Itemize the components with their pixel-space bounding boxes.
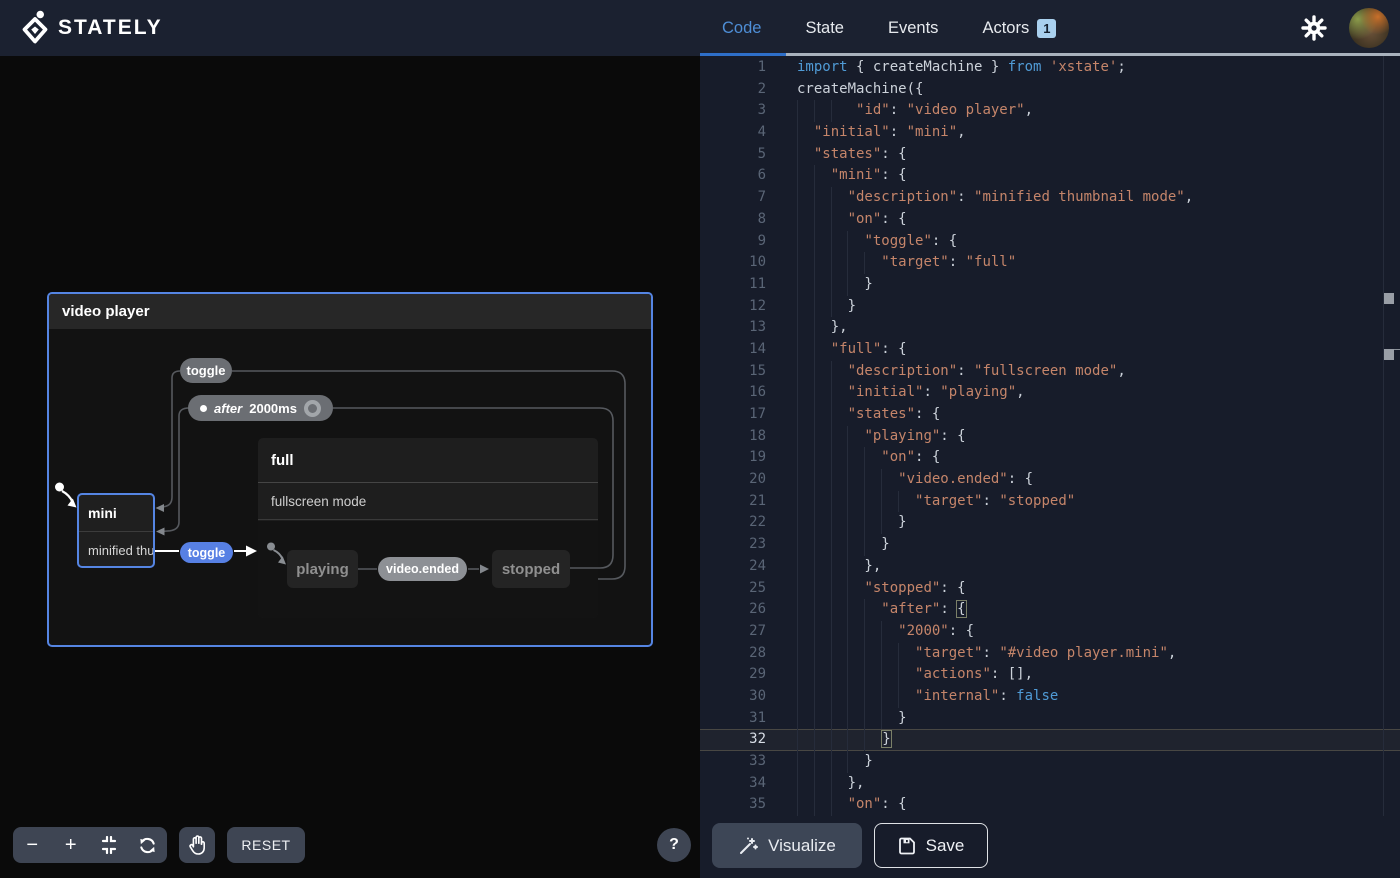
after-dot-icon: [200, 405, 207, 412]
actors-count-badge: 1: [1037, 19, 1056, 38]
code-line[interactable]: 14 "full": {: [700, 339, 1400, 361]
question-mark-icon: ?: [669, 836, 679, 854]
code-line[interactable]: 11 }: [700, 274, 1400, 296]
save-button[interactable]: Save: [874, 823, 988, 868]
event-video-ended[interactable]: video.ended: [378, 557, 467, 581]
tab-actors[interactable]: Actors 1: [960, 0, 1078, 56]
code-line[interactable]: 30 "internal": false: [700, 686, 1400, 708]
code-line[interactable]: 32 }: [700, 729, 1400, 751]
state-stopped[interactable]: stopped: [492, 550, 570, 588]
sync-icon: [138, 836, 157, 855]
code-line[interactable]: 21 "target": "stopped": [700, 491, 1400, 513]
fit-to-view-button[interactable]: [90, 827, 129, 863]
code-line[interactable]: 29 "actions": [],: [700, 664, 1400, 686]
magic-wand-icon: [738, 836, 758, 856]
code-line[interactable]: 20 "video.ended": {: [700, 469, 1400, 491]
brand-name: STATELY: [58, 16, 163, 40]
top-bar: STATELY Code State Events Actors 1: [0, 0, 1400, 56]
state-mini[interactable]: mini minified thumbnail mode: [77, 493, 155, 568]
reset-orientation-button[interactable]: [129, 827, 168, 863]
code-line[interactable]: 27 "2000": {: [700, 621, 1400, 643]
code-line[interactable]: 31 }: [700, 708, 1400, 730]
code-line[interactable]: 19 "on": {: [700, 447, 1400, 469]
fit-to-view-icon: [100, 836, 118, 854]
tab-bar: Code State Events Actors 1: [700, 0, 1078, 56]
code-line[interactable]: 28 "target": "#video player.mini",: [700, 643, 1400, 665]
settings-button[interactable]: [1300, 14, 1328, 42]
pan-tool-button[interactable]: [179, 827, 215, 863]
zoom-in-button[interactable]: +: [52, 827, 91, 863]
code-line[interactable]: 8 "on": {: [700, 209, 1400, 231]
overview-ruler-marker[interactable]: [1384, 293, 1394, 304]
code-line[interactable]: 10 "target": "full": [700, 252, 1400, 274]
code-lines[interactable]: 1import { createMachine } from 'xstate';…: [700, 57, 1400, 816]
code-line[interactable]: 6 "mini": {: [700, 165, 1400, 187]
code-line[interactable]: 2createMachine({: [700, 79, 1400, 101]
tab-code[interactable]: Code: [700, 0, 783, 56]
code-line[interactable]: 17 "states": {: [700, 404, 1400, 426]
visualize-button[interactable]: Visualize: [712, 823, 862, 868]
state-full[interactable]: full fullscreen mode: [258, 438, 598, 618]
after-ring-icon: [304, 400, 321, 417]
code-line[interactable]: 4 "initial": "mini",: [700, 122, 1400, 144]
state-full-title: full: [258, 438, 598, 483]
stately-editor-app: STATELY Code State Events Actors 1: [0, 0, 1400, 878]
code-line[interactable]: 13 },: [700, 317, 1400, 339]
code-line[interactable]: 33 }: [700, 751, 1400, 773]
gear-icon: [1300, 14, 1328, 42]
code-line[interactable]: 35 "on": {: [700, 794, 1400, 816]
code-line[interactable]: 24 },: [700, 556, 1400, 578]
reset-button[interactable]: RESET: [227, 827, 305, 863]
code-line[interactable]: 1import { createMachine } from 'xstate';: [700, 57, 1400, 79]
code-line[interactable]: 7 "description": "minified thumbnail mod…: [700, 187, 1400, 209]
code-line[interactable]: 23 }: [700, 534, 1400, 556]
state-mini-title: mini: [79, 495, 153, 532]
brand[interactable]: STATELY: [20, 9, 163, 47]
overview-ruler-wire: [1394, 349, 1400, 350]
state-mini-description: minified thumbnail mode: [79, 532, 153, 568]
code-line[interactable]: 34 },: [700, 773, 1400, 795]
stately-logo-icon: [20, 9, 50, 47]
code-editor-panel[interactable]: 1import { createMachine } from 'xstate';…: [700, 56, 1400, 878]
save-icon: [898, 837, 916, 855]
code-line[interactable]: 22 }: [700, 512, 1400, 534]
event-after-2000ms[interactable]: after 2000ms: [188, 395, 333, 421]
active-tab-indicator: [700, 53, 786, 56]
tab-events[interactable]: Events: [866, 0, 960, 56]
zoom-toolbar: − +: [13, 827, 167, 863]
overview-ruler-border: [1383, 56, 1384, 816]
help-button[interactable]: ?: [657, 828, 691, 862]
code-line[interactable]: 15 "description": "fullscreen mode",: [700, 361, 1400, 383]
tab-state[interactable]: State: [783, 0, 866, 56]
event-toggle-selected[interactable]: toggle: [180, 542, 233, 563]
machine-title: video player: [49, 294, 651, 329]
code-line[interactable]: 18 "playing": {: [700, 426, 1400, 448]
code-line[interactable]: 12 }: [700, 296, 1400, 318]
code-line[interactable]: 25 "stopped": {: [700, 578, 1400, 600]
user-avatar[interactable]: [1349, 8, 1389, 48]
diagram-canvas[interactable]: video player full fullscreen mode: [0, 56, 700, 878]
overview-ruler-marker[interactable]: [1384, 349, 1394, 360]
tab-underline-track: [786, 53, 1400, 56]
state-full-description: fullscreen mode: [258, 483, 598, 520]
state-playing[interactable]: playing: [287, 550, 358, 588]
code-line[interactable]: 26 "after": {: [700, 599, 1400, 621]
code-line[interactable]: 9 "toggle": {: [700, 231, 1400, 253]
code-line[interactable]: 16 "initial": "playing",: [700, 382, 1400, 404]
code-line[interactable]: 3 "id": "video player",: [700, 100, 1400, 122]
hand-icon: [188, 835, 206, 855]
event-toggle-top[interactable]: toggle: [180, 358, 232, 383]
code-line[interactable]: 5 "states": {: [700, 144, 1400, 166]
zoom-out-button[interactable]: −: [13, 827, 52, 863]
